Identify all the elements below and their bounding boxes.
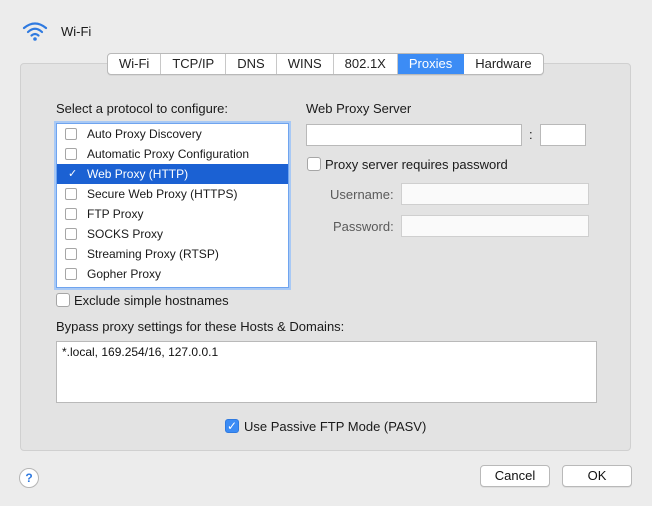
protocol-item-socks-proxy[interactable]: SOCKS Proxy — [57, 224, 288, 244]
password-label: Password: — [333, 219, 394, 234]
bypass-label: Bypass proxy settings for these Hosts & … — [56, 319, 345, 334]
exclude-hostnames-label: Exclude simple hostnames — [74, 293, 229, 308]
checkmark-icon: ✓ — [226, 419, 238, 433]
window-title: Wi-Fi — [61, 24, 92, 39]
protocol-label: Automatic Proxy Configuration — [87, 147, 250, 161]
username-label: Username: — [330, 187, 394, 202]
protocol-label: Auto Proxy Discovery — [87, 127, 202, 141]
checkmark-icon: ✓ — [68, 168, 78, 180]
protocol-item-auto-discovery[interactable]: Auto Proxy Discovery — [57, 124, 288, 144]
protocol-label: Web Proxy (HTTP) — [87, 167, 189, 181]
protocol-list-heading: Select a protocol to configure: — [56, 101, 228, 116]
requires-password-label: Proxy server requires password — [325, 157, 508, 172]
port-separator: : — [529, 127, 533, 142]
protocol-checkbox[interactable] — [65, 188, 77, 200]
passive-ftp-label: Use Passive FTP Mode (PASV) — [244, 419, 427, 434]
cancel-button[interactable]: Cancel — [480, 465, 550, 487]
protocol-item-gopher-proxy[interactable]: Gopher Proxy — [57, 264, 288, 284]
protocol-item-auto-config[interactable]: Automatic Proxy Configuration — [57, 144, 288, 164]
protocol-checkbox[interactable] — [65, 248, 77, 260]
protocol-label: FTP Proxy — [87, 207, 144, 221]
protocol-checkbox[interactable] — [65, 128, 77, 140]
protocol-item-streaming-proxy[interactable]: Streaming Proxy (RTSP) — [57, 244, 288, 264]
help-button[interactable]: ? — [19, 468, 39, 488]
requires-password-checkbox[interactable] — [307, 157, 321, 171]
protocol-item-ftp-proxy[interactable]: FTP Proxy — [57, 204, 288, 224]
protocol-label: Streaming Proxy (RTSP) — [87, 247, 219, 261]
protocol-item-web-proxy-http[interactable]: ✓ Web Proxy (HTTP) — [57, 164, 288, 184]
ok-button[interactable]: OK — [562, 465, 632, 487]
passive-ftp-checkbox[interactable]: ✓ — [225, 419, 239, 433]
protocol-checkbox[interactable] — [65, 208, 77, 220]
tab-bar: Wi-Fi TCP/IP DNS WINS 802.1X Proxies Har… — [107, 53, 544, 75]
proxy-port-input[interactable] — [540, 124, 586, 146]
username-input[interactable] — [401, 183, 589, 205]
tab-proxies[interactable]: Proxies — [397, 54, 465, 74]
protocol-checkbox[interactable] — [65, 268, 77, 280]
protocol-list[interactable]: Auto Proxy Discovery Automatic Proxy Con… — [56, 123, 289, 288]
protocol-checkbox[interactable]: ✓ — [65, 168, 77, 180]
protocol-checkbox[interactable] — [65, 148, 77, 160]
tab-wins[interactable]: WINS — [277, 54, 334, 74]
bypass-textarea[interactable]: *.local, 169.254/16, 127.0.0.1 — [56, 341, 597, 403]
password-input[interactable] — [401, 215, 589, 237]
tab-8021x[interactable]: 802.1X — [334, 54, 398, 74]
tab-wifi[interactable]: Wi-Fi — [108, 54, 162, 74]
tab-tcpip[interactable]: TCP/IP — [161, 54, 227, 74]
tab-hardware[interactable]: Hardware — [464, 54, 542, 74]
protocol-checkbox[interactable] — [65, 228, 77, 240]
tab-dns[interactable]: DNS — [226, 54, 277, 74]
protocol-label: Gopher Proxy — [87, 267, 162, 281]
proxy-server-heading: Web Proxy Server — [306, 101, 412, 116]
protocol-item-secure-web-proxy[interactable]: Secure Web Proxy (HTTPS) — [57, 184, 288, 204]
protocol-label: Secure Web Proxy (HTTPS) — [87, 187, 238, 201]
exclude-hostnames-checkbox[interactable] — [56, 293, 70, 307]
proxy-host-input[interactable] — [306, 124, 522, 146]
wifi-icon — [22, 22, 48, 41]
protocol-label: SOCKS Proxy — [87, 227, 164, 241]
